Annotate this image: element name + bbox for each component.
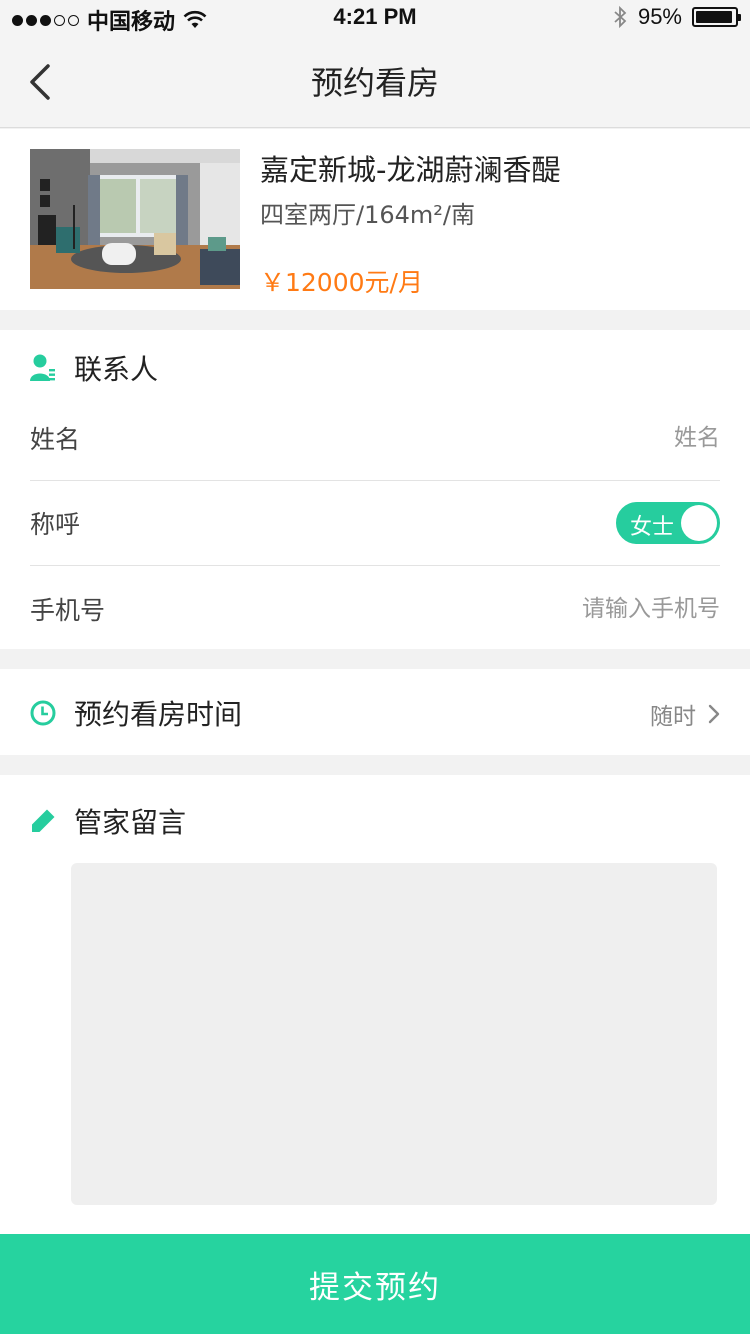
status-bar: 中国移动 4:21 PM 95% bbox=[0, 0, 750, 36]
viewing-time-value: 随时 bbox=[650, 704, 696, 730]
phone-row: 手机号 bbox=[30, 566, 720, 651]
salutation-toggle-value: 女士 bbox=[630, 515, 675, 540]
chevron-right-icon bbox=[708, 704, 720, 724]
status-right: 95% bbox=[612, 4, 741, 30]
clock-icon bbox=[30, 700, 56, 726]
listing-title: 嘉定新城-龙湖蔚澜香醍 bbox=[260, 153, 561, 187]
message-header: 管家留言 bbox=[30, 801, 186, 841]
phone-label: 手机号 bbox=[30, 595, 106, 625]
viewing-time-heading: 预约看房时间 bbox=[74, 698, 243, 731]
nav-bar: 预约看房 bbox=[0, 36, 750, 128]
name-label: 姓名 bbox=[30, 425, 81, 454]
submit-button[interactable]: 提交预约 bbox=[0, 1234, 750, 1334]
battery-icon bbox=[692, 7, 741, 27]
salutation-row: 称呼 女士 bbox=[30, 481, 720, 566]
viewing-time-value-group: 随时 bbox=[650, 697, 720, 731]
contact-section: 联系人 姓名 称呼 女士 手机号 bbox=[0, 330, 750, 649]
viewing-time-row[interactable]: 预约看房时间 随时 bbox=[0, 669, 750, 755]
battery-fill bbox=[696, 11, 733, 23]
salutation-toggle[interactable]: 女士 bbox=[616, 502, 720, 544]
message-section: 管家留言 bbox=[0, 775, 750, 1234]
page-title: 预约看房 bbox=[310, 64, 439, 102]
battery-percent: 95% bbox=[637, 4, 682, 29]
viewing-time-header: 预约看房时间 bbox=[30, 693, 242, 733]
contact-header: 联系人 bbox=[30, 348, 158, 388]
name-row: 姓名 bbox=[30, 396, 720, 481]
salutation-label: 称呼 bbox=[30, 510, 81, 539]
phone-input[interactable] bbox=[420, 595, 720, 622]
name-input[interactable] bbox=[420, 425, 720, 451]
pencil-icon bbox=[32, 809, 55, 832]
listing-details: 四室两厅/164m²/南 bbox=[260, 201, 475, 229]
toggle-knob bbox=[681, 505, 717, 541]
listing-card[interactable]: 嘉定新城-龙湖蔚澜香醍 四室两厅/164m²/南 ￥12000元/月 bbox=[0, 129, 750, 310]
bluetooth-icon bbox=[614, 5, 627, 29]
contact-heading: 联系人 bbox=[74, 353, 159, 386]
message-heading: 管家留言 bbox=[74, 806, 187, 839]
message-textarea[interactable] bbox=[71, 863, 717, 1205]
listing-photo bbox=[30, 149, 240, 289]
listing-price: ￥12000元/月 bbox=[260, 268, 423, 297]
contact-person-icon bbox=[30, 354, 55, 381]
